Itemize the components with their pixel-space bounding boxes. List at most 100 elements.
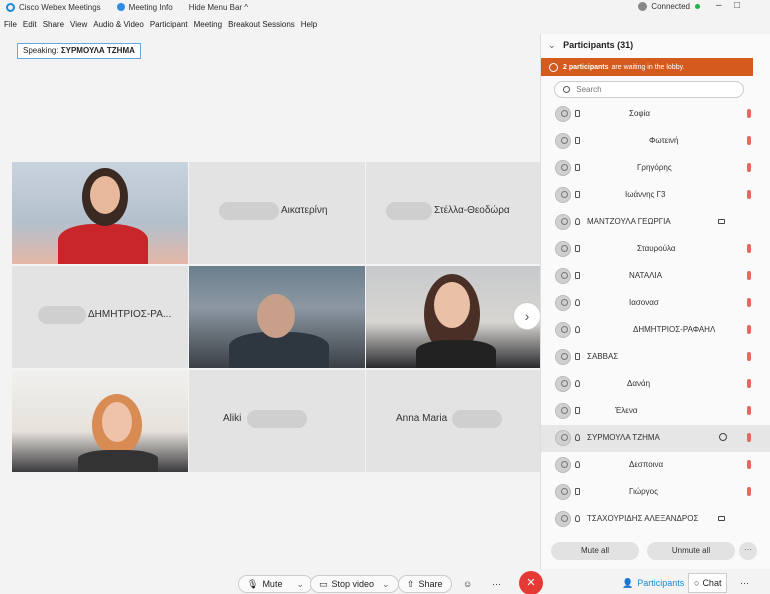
chevron-down-icon[interactable]: ⌄ bbox=[296, 579, 304, 590]
video-tile[interactable] bbox=[12, 370, 188, 472]
muted-mic-icon[interactable] bbox=[747, 271, 751, 280]
computer-icon bbox=[575, 488, 580, 495]
video-camera-icon: ▭ bbox=[319, 578, 328, 589]
clock-icon bbox=[549, 62, 558, 72]
menu-edit[interactable]: Edit bbox=[23, 20, 37, 29]
list-item[interactable]: ΔΗΜΗΤΡΙΟΣ-ΡΑΦΑΗΛ bbox=[541, 317, 770, 344]
list-item[interactable]: Σοφία bbox=[541, 101, 770, 128]
video-tile[interactable] bbox=[189, 266, 365, 368]
video-person-body bbox=[58, 224, 148, 264]
video-tile[interactable]: Aliki bbox=[189, 370, 365, 472]
video-person-face bbox=[90, 176, 120, 214]
list-item[interactable]: ΤΣΑΧΟΥΡΙΔΗΣ ΑΛΕΞΑΝΔΡΟΣ bbox=[541, 506, 770, 533]
video-tile[interactable]: ΔΗΜΗΤΡΙΟΣ-ΡΑ... bbox=[12, 266, 188, 368]
participant-search-input[interactable]: Search bbox=[554, 81, 744, 98]
computer-icon bbox=[575, 353, 580, 360]
microphone-icon: 🎙 bbox=[247, 578, 259, 589]
muted-mic-icon[interactable] bbox=[747, 109, 751, 118]
video-tile[interactable]: Στέλλα-Θεοδώρα bbox=[366, 162, 542, 264]
speaking-indicator: Speaking: ΣΥΡΜΟΥΛΑ ΤΖΗΜΑ bbox=[17, 43, 141, 59]
muted-mic-icon[interactable] bbox=[747, 298, 751, 307]
maximize-button[interactable]: □ bbox=[734, 0, 740, 11]
list-item[interactable]: Έλενα bbox=[541, 398, 770, 425]
list-item[interactable]: ΜΑΝΤΖΟΥΛΑ ΓΕΩΡΓΙΑ bbox=[541, 209, 770, 236]
list-item[interactable]: ΣΑΒΒΑΣ bbox=[541, 344, 770, 371]
headset-icon bbox=[575, 515, 580, 522]
video-tile[interactable] bbox=[12, 162, 188, 264]
end-meeting-button[interactable]: ✕ bbox=[519, 571, 543, 594]
mute-button[interactable]: 🎙 Mute ⌄ bbox=[238, 574, 313, 594]
smiley-icon: ☺ bbox=[463, 579, 473, 589]
blurred-name bbox=[386, 202, 432, 220]
participants-header[interactable]: ⌄ Participants (31) bbox=[548, 40, 633, 51]
share-button[interactable]: ⇧ Share bbox=[398, 574, 452, 594]
participant-name: Φωτεινή bbox=[649, 136, 679, 145]
tile-name: Aliki bbox=[223, 413, 242, 424]
muted-mic-icon[interactable] bbox=[747, 460, 751, 469]
meeting-info-label: Meeting Info bbox=[128, 2, 173, 12]
muted-mic-icon[interactable] bbox=[747, 352, 751, 361]
menu-audio-video[interactable]: Audio & Video bbox=[93, 20, 144, 29]
reactions-button[interactable]: ☺ bbox=[463, 574, 472, 594]
video-person-face bbox=[257, 294, 295, 338]
headset-icon bbox=[575, 218, 580, 225]
minimize-button[interactable]: – bbox=[716, 0, 722, 11]
menu-view[interactable]: View bbox=[70, 20, 87, 29]
muted-mic-icon[interactable] bbox=[747, 487, 751, 496]
chevron-down-icon[interactable]: ⌄ bbox=[382, 579, 390, 590]
connection-status[interactable]: Connected bbox=[638, 2, 700, 11]
hide-menu-bar-button[interactable]: Hide Menu Bar ^ bbox=[189, 3, 248, 12]
list-item[interactable]: Ιωάννης Γ3 bbox=[541, 182, 770, 209]
menu-breakout[interactable]: Breakout Sessions bbox=[228, 20, 295, 29]
video-person-body bbox=[78, 450, 158, 472]
muted-mic-icon[interactable] bbox=[747, 190, 751, 199]
panel-more-button[interactable]: ··· bbox=[739, 542, 757, 560]
next-page-button[interactable]: › bbox=[513, 302, 541, 330]
video-person-body bbox=[416, 340, 496, 368]
webex-logo-icon bbox=[6, 2, 15, 12]
unmute-all-button[interactable]: Unmute all bbox=[647, 542, 735, 560]
mute-all-button[interactable]: Mute all bbox=[551, 542, 639, 560]
list-item[interactable]: Δανάη bbox=[541, 371, 770, 398]
participant-name: Σοφία bbox=[629, 109, 650, 118]
participant-name: ΝΑΤΑΛΙΑ bbox=[629, 271, 663, 280]
menu-share[interactable]: Share bbox=[43, 20, 64, 29]
list-item[interactable]: Σταυρούλα bbox=[541, 236, 770, 263]
avatar-icon bbox=[555, 295, 571, 311]
muted-mic-icon[interactable] bbox=[747, 433, 751, 442]
title-bar: Cisco Webex Meetings Meeting Info Hide M… bbox=[0, 0, 770, 14]
list-item[interactable]: Δεσποινα bbox=[541, 452, 770, 479]
more-tabs-button[interactable]: ··· bbox=[740, 573, 749, 593]
participants-tab-button[interactable]: 👤 Participants bbox=[622, 573, 684, 593]
computer-icon bbox=[575, 407, 580, 414]
menu-help[interactable]: Help bbox=[301, 20, 317, 29]
lobby-banner[interactable]: 2 participants are waiting in the lobby. bbox=[541, 58, 753, 76]
video-tile[interactable]: Αικατερίνη bbox=[189, 162, 365, 264]
meeting-info-button[interactable]: Meeting Info bbox=[116, 2, 173, 12]
menu-participant[interactable]: Participant bbox=[150, 20, 188, 29]
chat-tab-button[interactable]: ○ Chat bbox=[688, 573, 728, 593]
muted-mic-icon[interactable] bbox=[747, 136, 751, 145]
muted-mic-icon[interactable] bbox=[747, 379, 751, 388]
list-item[interactable]: Γιώργος bbox=[541, 479, 770, 506]
list-item[interactable]: ΣΥΡΜΟΥΛΑ ΤΖΗΜΑ bbox=[541, 425, 770, 452]
muted-mic-icon[interactable] bbox=[747, 325, 751, 334]
menu-file[interactable]: File bbox=[4, 20, 17, 29]
list-item[interactable]: ΝΑΤΑΛΙΑ bbox=[541, 263, 770, 290]
muted-mic-icon[interactable] bbox=[747, 163, 751, 172]
muted-mic-icon[interactable] bbox=[747, 244, 751, 253]
list-item[interactable]: Φωτεινή bbox=[541, 128, 770, 155]
lobby-text: are waiting in the lobby. bbox=[611, 63, 685, 71]
more-controls-button[interactable]: ··· bbox=[492, 574, 501, 594]
search-placeholder: Search bbox=[576, 85, 602, 94]
muted-mic-icon[interactable] bbox=[747, 406, 751, 415]
video-tile[interactable]: Anna Maria bbox=[366, 370, 542, 472]
stop-video-button[interactable]: ▭ Stop video ⌄ bbox=[310, 574, 399, 594]
list-item[interactable]: Ιασονασ bbox=[541, 290, 770, 317]
list-item[interactable]: Γρηγόρης bbox=[541, 155, 770, 182]
avatar-icon bbox=[555, 268, 571, 284]
share-icon: ⇧ bbox=[407, 578, 415, 589]
headset-icon bbox=[575, 380, 580, 387]
chevron-down-icon: ⌄ bbox=[548, 40, 556, 50]
menu-meeting[interactable]: Meeting bbox=[194, 20, 222, 29]
